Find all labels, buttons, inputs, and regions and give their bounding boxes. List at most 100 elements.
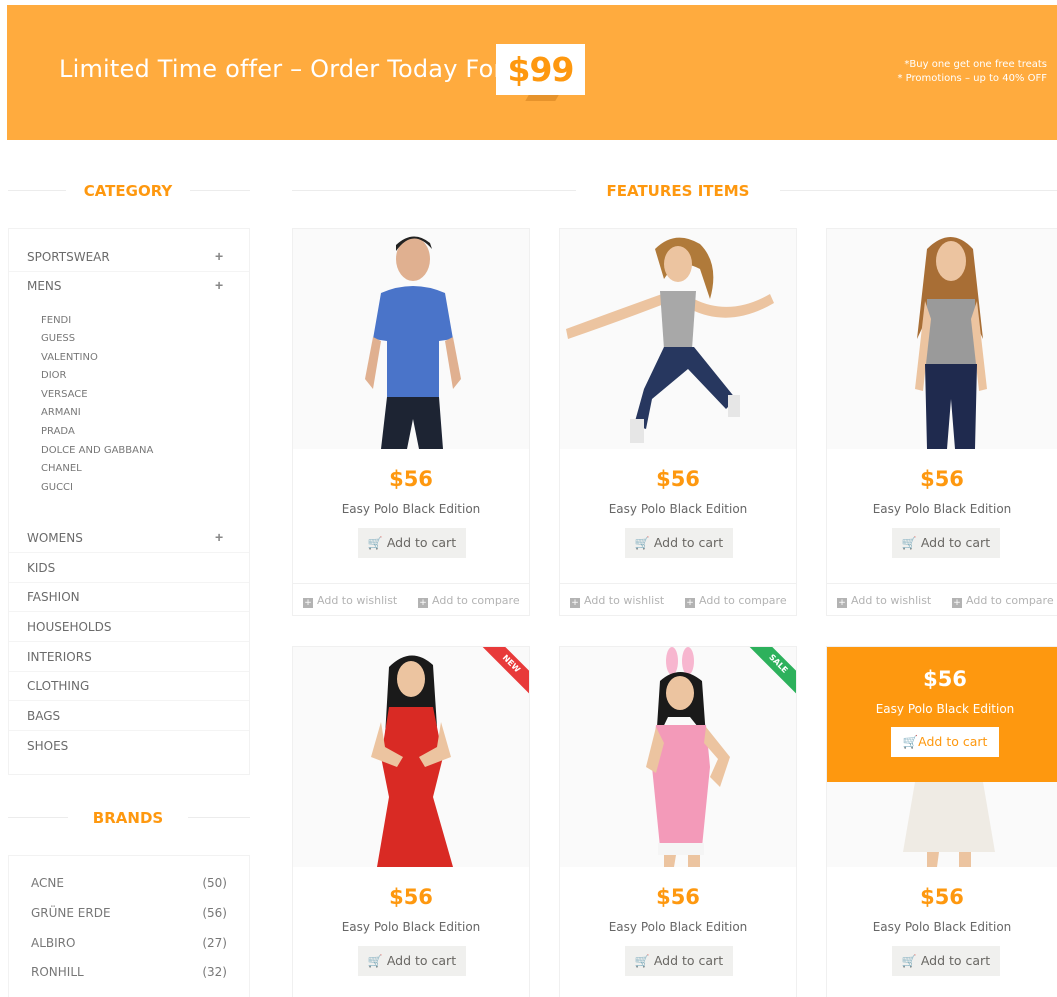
- divider: [9, 582, 249, 583]
- category-households[interactable]: HOUSEHOLDS: [27, 620, 111, 634]
- divider: [9, 700, 249, 701]
- cart-label: Add to cart: [920, 953, 991, 968]
- category-interiors[interactable]: INTERIORS: [27, 650, 92, 664]
- product-photo-woman-pink-outfit: [646, 647, 730, 867]
- product-image[interactable]: [827, 229, 1057, 449]
- plus-square-icon: +: [685, 598, 695, 608]
- wishlist-label: Add to wishlist: [584, 594, 665, 607]
- product-card: $56 Easy Polo Black Edition 🛒Add to cart…: [559, 228, 797, 616]
- wishlist-label: Add to wishlist: [317, 594, 398, 607]
- category-kids[interactable]: KIDS: [27, 561, 55, 575]
- add-to-cart-button[interactable]: 🛒 Add to cart: [625, 528, 733, 558]
- expand-sportswear-icon[interactable]: +: [215, 248, 223, 264]
- product-name[interactable]: Easy Polo Black Edition: [560, 502, 796, 516]
- overlay-product-name[interactable]: Easy Polo Black Edition: [827, 702, 1057, 716]
- product-image[interactable]: [293, 647, 529, 867]
- brands-title: BRANDS: [92, 809, 164, 827]
- product-card: SALE $56 Easy Polo Black Edition 🛒 Add to…: [559, 646, 797, 997]
- divider: [188, 817, 250, 818]
- brand-albiro[interactable]: ALBIRO: [31, 936, 75, 950]
- cart-label: Add to cart: [386, 535, 457, 550]
- sub-item-guess[interactable]: GUESS: [41, 333, 75, 344]
- plus-square-icon: +: [418, 598, 428, 608]
- add-to-cart-button[interactable]: 🛒 Add to cart: [892, 946, 1000, 976]
- overlay-add-to-cart-button[interactable]: 🛒Add to cart: [891, 727, 999, 757]
- sub-item-dolce-and-gabbana[interactable]: DOLCE AND GABBANA: [41, 445, 153, 456]
- wishlist-label: Add to wishlist: [851, 594, 932, 607]
- category-mens[interactable]: MENS: [27, 279, 62, 293]
- product-photo-woman-red-dress: [371, 655, 453, 867]
- category-sportswear[interactable]: SPORTSWEAR: [27, 250, 110, 264]
- category-panel: SPORTSWEAR + MENS + FENDI GUESS VALENTIN…: [8, 228, 250, 775]
- product-name[interactable]: Easy Polo Black Edition: [560, 920, 796, 934]
- brand-acne[interactable]: ACNE: [31, 876, 64, 890]
- expand-mens-icon[interactable]: +: [215, 277, 223, 293]
- brand-count: (32): [202, 965, 227, 979]
- add-to-compare-link[interactable]: + Add to compare: [685, 594, 787, 608]
- add-to-compare-link[interactable]: + Add to compare: [952, 594, 1054, 608]
- add-to-wishlist-link[interactable]: + Add to wishlist: [570, 594, 664, 608]
- sub-item-gucci[interactable]: GUCCI: [41, 482, 73, 493]
- sub-item-versace[interactable]: VERSACE: [41, 389, 88, 400]
- add-to-cart-button[interactable]: 🛒 Add to cart: [358, 528, 466, 558]
- brand-count: (50): [202, 876, 227, 890]
- add-to-compare-link[interactable]: + Add to compare: [418, 594, 520, 608]
- product-name[interactable]: Easy Polo Black Edition: [827, 920, 1057, 934]
- expand-womens-icon[interactable]: +: [215, 529, 223, 545]
- product-image[interactable]: [560, 229, 796, 449]
- product-image[interactable]: [560, 647, 796, 867]
- product-name[interactable]: Easy Polo Black Edition: [293, 502, 529, 516]
- brand-grune-erde[interactable]: GRÜNE ERDE: [31, 906, 111, 920]
- sub-item-prada[interactable]: PRADA: [41, 426, 75, 437]
- category-clothing[interactable]: CLOTHING: [27, 679, 89, 693]
- divider: [9, 611, 249, 612]
- cart-icon: 🛒: [634, 536, 650, 550]
- product-card: NEW $56 Easy Polo Black Edition 🛒 Add to …: [292, 646, 530, 997]
- add-to-cart-button[interactable]: 🛒 Add to cart: [358, 946, 466, 976]
- divider: [9, 730, 249, 731]
- cart-icon: 🛒: [634, 954, 650, 968]
- overlay-price: $56: [923, 667, 967, 691]
- category-womens[interactable]: WOMENS: [27, 531, 83, 545]
- card-footer: + Add to wishlist + Add to compare: [827, 583, 1057, 615]
- sub-item-fendi[interactable]: FENDI: [41, 315, 71, 326]
- divider: [9, 271, 249, 272]
- product-name[interactable]: Easy Polo Black Edition: [827, 502, 1057, 516]
- card-footer: + Add to wishlist + Add to compare: [560, 583, 796, 615]
- category-title: CATEGORY: [83, 182, 173, 200]
- divider: [780, 190, 1057, 191]
- product-price: $56: [920, 885, 964, 909]
- product-price: $56: [389, 467, 433, 491]
- add-to-cart-button[interactable]: 🛒 Add to cart: [625, 946, 733, 976]
- add-to-cart-button[interactable]: 🛒 Add to cart: [892, 528, 1000, 558]
- brand-ronhill[interactable]: RONHILL: [31, 965, 84, 979]
- compare-label: Add to compare: [432, 594, 520, 607]
- category-shoes[interactable]: SHOES: [27, 739, 68, 753]
- add-to-wishlist-link[interactable]: + Add to wishlist: [837, 594, 931, 608]
- sub-item-armani[interactable]: ARMANI: [41, 407, 81, 418]
- cart-label: Add to cart: [653, 535, 724, 550]
- plus-square-icon: +: [952, 598, 962, 608]
- sub-item-valentino[interactable]: VALENTINO: [41, 352, 98, 363]
- banner-promo-1: *Buy one get one free treats: [904, 59, 1047, 70]
- product-card: $56 Easy Polo Black Edition 🛒Add to cart…: [292, 228, 530, 616]
- cart-label: Add to cart: [918, 734, 988, 749]
- banner-title: Limited Time offer – Order Today For: [59, 55, 504, 83]
- cart-label: Add to cart: [386, 953, 457, 968]
- sub-item-chanel[interactable]: CHANEL: [41, 463, 82, 474]
- divider: [292, 190, 576, 191]
- divider: [9, 671, 249, 672]
- divider: [8, 190, 66, 191]
- brands-panel: ACNE (50) GRÜNE ERDE (56) ALBIRO (27) RO…: [8, 855, 250, 997]
- compare-label: Add to compare: [699, 594, 787, 607]
- product-price: $56: [656, 885, 700, 909]
- add-to-wishlist-link[interactable]: + Add to wishlist: [303, 594, 397, 608]
- product-image[interactable]: [293, 229, 529, 449]
- category-fashion[interactable]: FASHION: [27, 590, 80, 604]
- category-bags[interactable]: BAGS: [27, 709, 60, 723]
- product-name[interactable]: Easy Polo Black Edition: [293, 920, 529, 934]
- brand-count: (56): [202, 906, 227, 920]
- product-photo-woman-grey-top: [915, 237, 987, 449]
- product-price: $56: [389, 885, 433, 909]
- sub-item-dior[interactable]: DIOR: [41, 370, 66, 381]
